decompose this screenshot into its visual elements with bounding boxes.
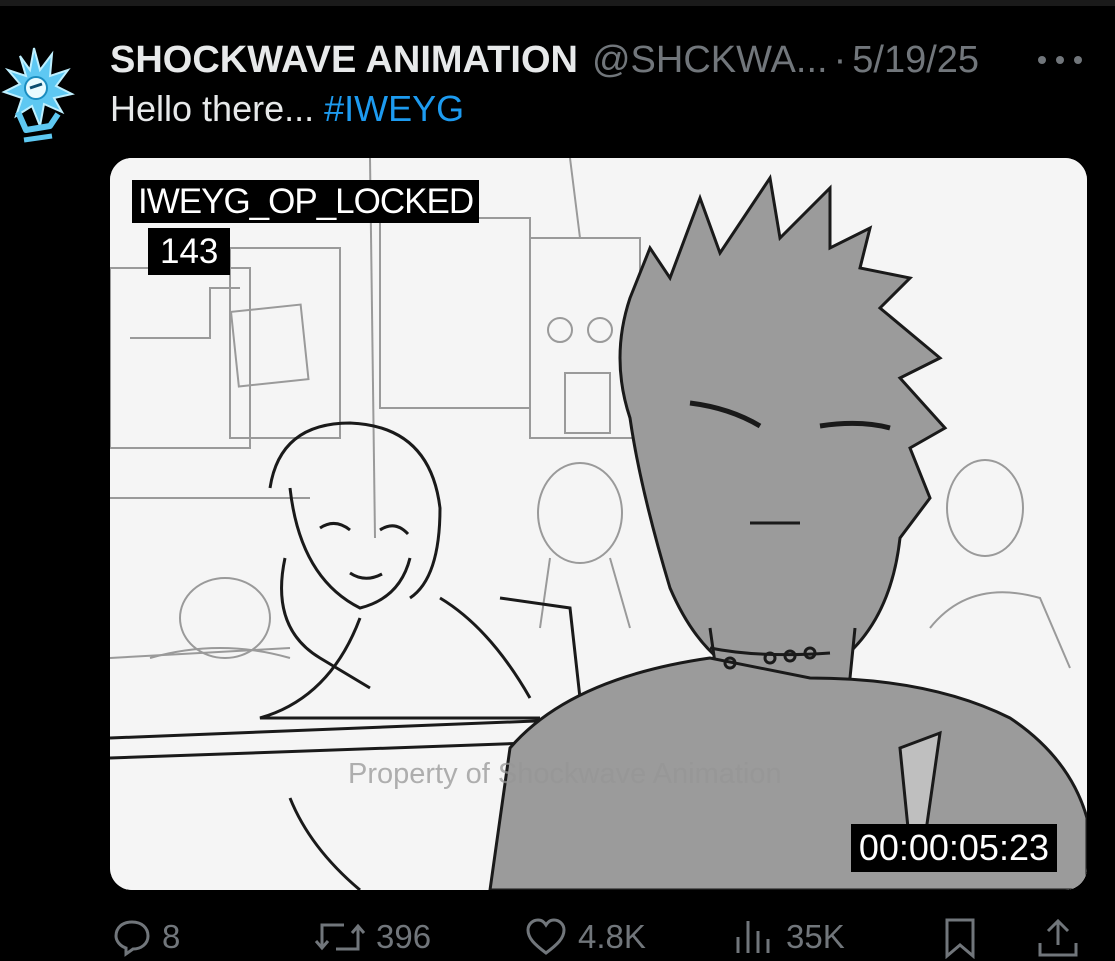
views-count: 35K bbox=[786, 918, 845, 955]
post-date[interactable]: 5/19/25 bbox=[852, 39, 979, 82]
post-header: SHOCKWAVE ANIMATION @SHCKWA... · 5/19/25 bbox=[110, 38, 979, 82]
repost-button[interactable]: 396 bbox=[314, 917, 431, 957]
views-button[interactable]: 35K bbox=[732, 917, 845, 957]
like-button[interactable]: 4.8K bbox=[524, 917, 646, 957]
bookmark-button[interactable] bbox=[942, 917, 988, 959]
action-bar: 8 396 4.8K 35K bbox=[0, 905, 1115, 961]
hashtag-link[interactable]: #IWEYG bbox=[324, 88, 464, 129]
post-text: Hello there... #IWEYG bbox=[110, 88, 464, 130]
views-bar-chart-icon bbox=[736, 921, 770, 953]
reply-bubble-icon bbox=[114, 920, 150, 957]
reply-count: 8 bbox=[162, 918, 181, 955]
video-player[interactable]: IWEYG_OP_LOCKED 143 Property of Shockwav… bbox=[110, 158, 1087, 890]
share-button[interactable] bbox=[1036, 917, 1090, 959]
heart-icon bbox=[526, 918, 566, 955]
reply-button[interactable]: 8 bbox=[112, 917, 180, 957]
spiky-logo-icon bbox=[1, 47, 75, 143]
repost-count: 396 bbox=[376, 918, 432, 955]
more-options-button[interactable] bbox=[1038, 52, 1082, 68]
more-dot bbox=[1074, 56, 1082, 64]
like-count: 4.8K bbox=[578, 918, 646, 955]
author-handle[interactable]: @SHCKWA... bbox=[592, 39, 828, 82]
header-separator: · bbox=[833, 38, 847, 81]
clip-title-label: IWEYG_OP_LOCKED bbox=[132, 180, 480, 223]
avatar[interactable] bbox=[0, 40, 80, 150]
repost-icon bbox=[314, 923, 366, 951]
author-name[interactable]: SHOCKWAVE ANIMATION bbox=[110, 39, 578, 82]
more-horizontal-icon bbox=[1038, 56, 1046, 64]
more-dot bbox=[1056, 56, 1064, 64]
post-body: Hello there... bbox=[110, 88, 315, 129]
timecode-label: 00:00:05:23 bbox=[850, 824, 1057, 872]
bookmark-icon bbox=[945, 918, 975, 959]
watermark-text: Property of Shockwave Animation bbox=[348, 758, 782, 790]
top-divider bbox=[0, 0, 1115, 6]
frame-number-label: 143 bbox=[148, 228, 231, 275]
share-upload-icon bbox=[1038, 918, 1078, 957]
